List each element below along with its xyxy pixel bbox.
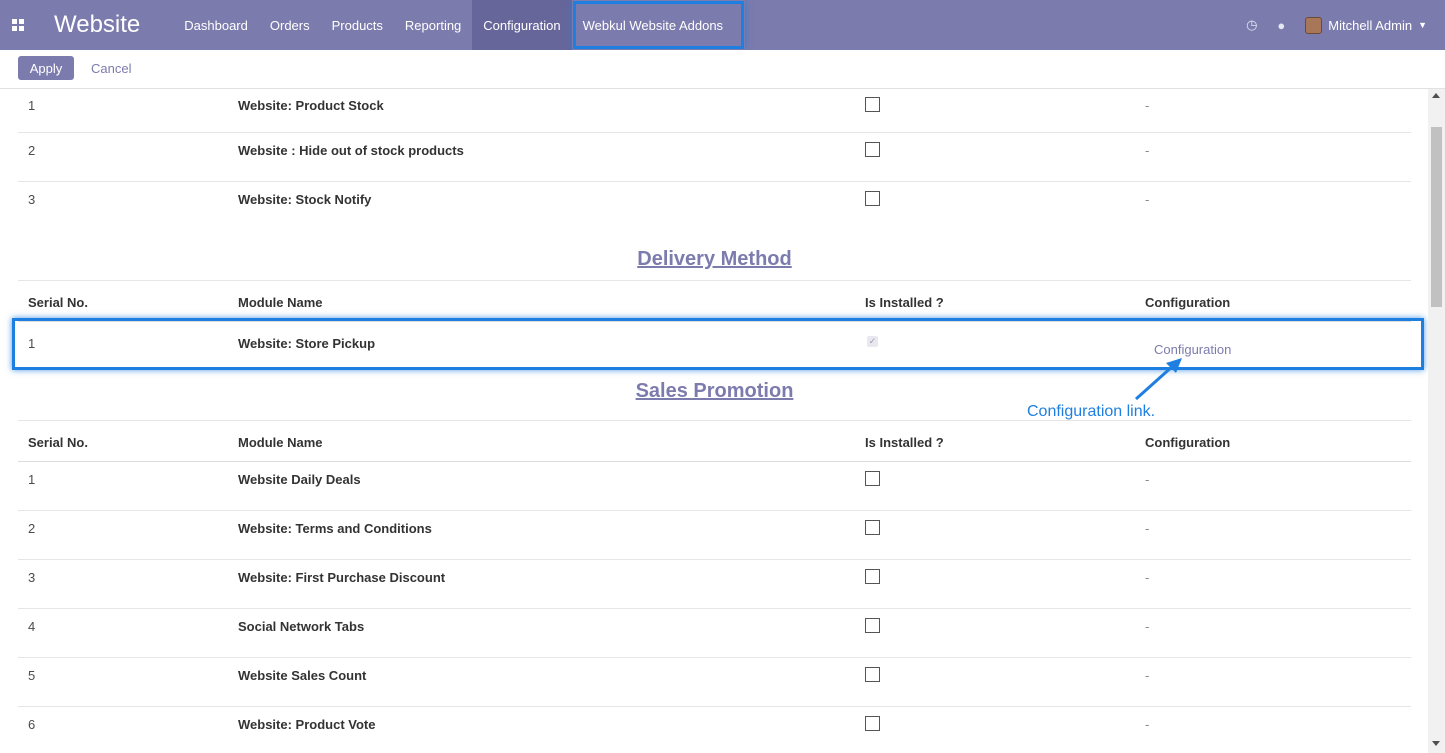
installed-checkbox[interactable] [865,667,880,682]
config-value: - [1145,521,1150,536]
module-name: Social Network Tabs [238,619,365,634]
serial-no: 1 [28,98,36,113]
header-module: Module Name [238,295,323,310]
header-serial: Serial No. [28,295,88,310]
section-heading: Sales Promotion [635,380,794,402]
config-value: - [1145,192,1150,207]
config-value: - [1145,668,1150,683]
serial-no: 4 [28,619,36,634]
table-row: 3 Website: Stock Notify - [18,182,1411,231]
config-value: - [1145,570,1150,585]
clock-icon[interactable]: ◷ [1246,17,1257,33]
table-row: 2 Website : Hide out of stock products - [18,133,1411,182]
annotation-arrow-icon [1134,358,1182,401]
installed-checkbox[interactable] [865,520,880,535]
apply-button[interactable]: Apply [18,56,74,80]
header-installed: Is Installed ? [865,435,944,450]
module-name: Website Sales Count [238,668,367,683]
module-name: Website : Hide out of stock products [238,143,464,158]
menu-reporting[interactable]: Reporting [394,0,472,50]
table-row: 1 Website Daily Deals - [18,462,1411,511]
installed-checkbox[interactable] [865,569,880,584]
header-serial: Serial No. [28,435,88,450]
config-value: - [1145,472,1150,487]
serial-no: 1 [28,336,36,351]
scroll-up-icon[interactable] [1432,93,1440,98]
user-name: Mitchell Admin [1328,17,1413,33]
annotation-label: Configuration link. [1027,403,1156,420]
table-row: 4 Social Network Tabs - [18,609,1411,658]
user-menu[interactable]: Mitchell Admin ▼ [1305,16,1427,34]
module-name: Website: First Purchase Discount [238,570,446,585]
header-module: Module Name [238,435,323,450]
vertical-scrollbar[interactable] [1428,89,1445,753]
config-value: - [1145,143,1150,158]
scroll-thumb[interactable] [1431,127,1442,307]
chat-icon[interactable]: ● [1277,18,1285,33]
installed-checkbox[interactable] [865,97,880,112]
serial-no: 6 [28,717,36,732]
installed-checkbox[interactable] [865,142,880,157]
table-header: Serial No. Module Name Is Installed ? Co… [18,280,1411,322]
avatar [1305,16,1323,34]
header-installed: Is Installed ? [865,295,944,310]
config-value: - [1145,717,1150,732]
menu-orders[interactable]: Orders [259,0,321,50]
module-name: Website: Store Pickup [238,336,376,351]
table-header: Serial No. Module Name Is Installed ? Co… [18,420,1411,462]
menu-configuration[interactable]: Configuration [472,0,572,50]
caret-down-icon: ▼ [1418,20,1427,30]
module-name: Website: Stock Notify [238,192,372,207]
config-value: - [1145,98,1150,113]
menu-dashboard[interactable]: Dashboard [173,0,259,50]
top-navbar: Website Dashboard Orders Products Report… [0,0,1445,50]
table-row: 1 Website: Product Stock - [18,89,1411,133]
control-panel: Apply Cancel [0,50,1445,89]
serial-no: 2 [28,521,36,536]
serial-no: 5 [28,668,36,683]
serial-no: 3 [28,570,36,585]
installed-checkbox[interactable] [865,618,880,633]
table-row: 1 Website: Store Pickup ✓ Configuration [18,322,1411,370]
section-heading: Delivery Method [637,248,792,270]
table-row: 2 Website: Terms and Conditions - [18,511,1411,560]
module-name: Website: Terms and Conditions [238,521,432,536]
menu-products[interactable]: Products [321,0,394,50]
module-name: Website: Product Vote [238,717,376,732]
header-config: Configuration [1145,295,1231,310]
apps-grid-icon[interactable] [12,19,24,31]
table-row: 3 Website: First Purchase Discount - [18,560,1411,609]
serial-no: 3 [28,192,36,207]
section-title-promotion: Sales Promotion [18,370,1411,420]
installed-checkbox[interactable] [865,471,880,486]
section-title-delivery: Delivery Method [18,231,1411,280]
navbar-systray: ◷ ● Mitchell Admin ▼ [1246,16,1445,34]
installed-checked-icon: ✓ [867,336,878,347]
installed-checkbox[interactable] [865,191,880,206]
module-name: Website: Product Stock [238,98,384,113]
main-menu: Dashboard Orders Products Reporting Conf… [173,0,745,50]
header-config: Configuration [1145,435,1231,450]
installed-checkbox[interactable] [865,716,880,731]
table-row: 5 Website Sales Count - [18,658,1411,707]
serial-no: 2 [28,143,36,158]
cancel-button[interactable]: Cancel [91,61,131,76]
table-row: 6 Website: Product Vote - [18,707,1411,753]
config-value: - [1145,619,1150,634]
scroll-down-icon[interactable] [1432,741,1440,746]
addons-content: 1 Website: Product Stock - 2 Website : H… [18,89,1411,753]
menu-webkul-website-addons[interactable]: Webkul Website Addons [572,0,745,50]
serial-no: 1 [28,472,36,487]
module-name: Website Daily Deals [238,472,361,487]
app-name: Website [54,11,141,38]
